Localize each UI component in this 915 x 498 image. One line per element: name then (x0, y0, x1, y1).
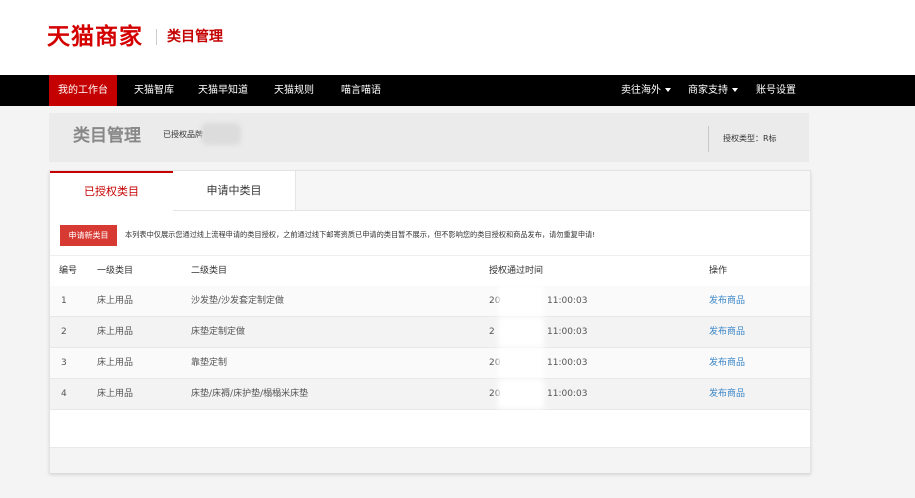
cell-level1: 床上用品 (97, 327, 134, 337)
nav-item-tmall-think-tank[interactable]: 天猫智库 (134, 75, 174, 106)
redacted-date (498, 379, 544, 409)
table-header: 编号 一级类目 二级类目 授权通过时间 操作 (50, 255, 810, 288)
cell-level2: 床垫/床褥/床护垫/榻榻米床垫 (191, 389, 309, 399)
cell-level2: 靠垫定制 (191, 358, 228, 368)
cell-level1: 床上用品 (97, 358, 134, 368)
cell-no: 4 (61, 389, 67, 399)
nav-label-merchant-support: 商家支持 (688, 85, 728, 96)
table-row: 3 床上用品 靠垫定制 20 11:00:03 发布商品 (50, 348, 810, 379)
table-row: 1 床上用品 沙发垫/沙发套定制定做 20 11:00:03 发布商品 (50, 286, 810, 317)
logo-divider (156, 29, 157, 45)
publish-product-link[interactable]: 发布商品 (709, 348, 745, 378)
apply-new-category-button[interactable]: 申请新类目 (60, 225, 117, 246)
redacted-date (498, 286, 544, 316)
column-header-level2: 二级类目 (191, 266, 228, 276)
main-navbar: 我的工作台 天猫智库 天猫早知道 天猫规则 喵言喵语 卖往海外 商家支持 账号设… (0, 75, 915, 106)
publish-product-link[interactable]: 发布商品 (709, 379, 745, 409)
column-header-no: 编号 (59, 266, 78, 276)
tab-strip: 已授权类目 申请中类目 (50, 171, 810, 211)
cell-level1: 床上用品 (97, 296, 134, 306)
nav-item-account-settings[interactable]: 账号设置 (756, 75, 796, 106)
nav-item-miao-talk[interactable]: 喵言喵语 (341, 75, 381, 106)
category-panel: 已授权类目 申请中类目 申请新类目 本列表中仅展示您通过线上流程申请的类目授权，… (49, 170, 811, 473)
column-header-action: 操作 (709, 266, 728, 276)
tab-pending-categories[interactable]: 申请中类目 (173, 171, 296, 210)
redacted-date (498, 348, 544, 378)
publish-product-link[interactable]: 发布商品 (709, 317, 745, 347)
tab-authorized-categories[interactable]: 已授权类目 (50, 171, 173, 211)
redacted-date (498, 317, 544, 347)
nav-item-tmall-rules[interactable]: 天猫规则 (274, 75, 314, 106)
nav-label-sell-overseas: 卖往海外 (621, 85, 661, 96)
nav-item-merchant-support[interactable]: 商家支持 (688, 75, 738, 106)
cell-level2: 床垫定制定做 (191, 327, 246, 337)
table-row: 4 床上用品 床垫/床褥/床护垫/榻榻米床垫 20 11:00:03 发布商品 (50, 379, 810, 410)
cell-time-suffix: 11:00:03 (547, 327, 588, 337)
chevron-down-icon (732, 88, 738, 92)
cell-no: 3 (61, 358, 67, 368)
nav-item-workbench[interactable]: 我的工作台 (49, 75, 117, 106)
cell-time-suffix: 11:00:03 (547, 358, 588, 368)
cell-no: 2 (61, 327, 67, 337)
panel-footer (50, 447, 810, 473)
cell-time-prefix: 2 (489, 327, 495, 337)
chevron-down-icon (665, 88, 671, 92)
cell-time-suffix: 11:00:03 (547, 389, 588, 399)
cell-time-suffix: 11:00:03 (547, 296, 588, 306)
section-title: 类目管理 (167, 29, 223, 45)
authorized-brand-label: 已授权品牌 (163, 130, 203, 139)
tmall-merchant-logo[interactable]: 天猫商家 (47, 22, 143, 52)
column-header-auth-time: 授权通过时间 (489, 266, 544, 276)
nav-item-sell-overseas[interactable]: 卖往海外 (621, 75, 671, 106)
nav-item-tmall-early-notice[interactable]: 天猫早知道 (198, 75, 248, 106)
top-header: 天猫商家 类目管理 (0, 0, 915, 75)
cell-level2: 沙发垫/沙发套定制定做 (191, 296, 285, 306)
cell-level1: 床上用品 (97, 389, 134, 399)
column-header-level1: 一级类目 (97, 266, 134, 276)
header-divider (708, 126, 709, 152)
auth-type-label: 授权类型：R标 (723, 134, 777, 143)
category-header-panel: 类目管理 已授权品牌 授权类型：R标 (49, 113, 809, 162)
publish-product-link[interactable]: 发布商品 (709, 286, 745, 316)
page-title: 类目管理 (73, 126, 141, 146)
cell-no: 1 (61, 296, 67, 306)
redacted-brand-name (201, 123, 241, 145)
notice-text: 本列表中仅展示您通过线上流程申请的类目授权，之前通过线下邮寄资质已申请的类目暂不… (125, 230, 596, 239)
table-row: 2 床上用品 床垫定制定做 2 11:00:03 发布商品 (50, 317, 810, 348)
